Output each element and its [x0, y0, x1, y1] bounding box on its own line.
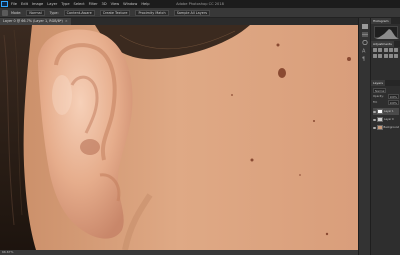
type-label: Type:: [49, 11, 59, 15]
opacity-label: Opacity:: [373, 95, 384, 98]
status-bar: 66.67%: [0, 250, 358, 255]
svg-text:¶: ¶: [362, 57, 365, 61]
photo-filter-icon[interactable]: [388, 53, 393, 58]
options-list: Mode: Normal Type: Content-Aware Create …: [11, 8, 210, 18]
mode-label: Mode:: [11, 11, 22, 15]
histogram-graph: [374, 26, 399, 39]
layer-row[interactable]: Layer 0: [373, 116, 399, 123]
layer-name: Layer 0: [384, 118, 394, 121]
tab-layers[interactable]: Layers: [371, 80, 385, 86]
blend-mode-select[interactable]: Normal: [373, 88, 387, 93]
brightness-contrast-icon[interactable]: [373, 48, 377, 52]
fill-row: Fill: 100%: [373, 100, 399, 105]
zoom-level: 66.67%: [2, 250, 14, 254]
tab-histogram[interactable]: Histogram: [371, 18, 391, 24]
ear-photo: [0, 25, 358, 250]
paragraph-icon[interactable]: ¶: [362, 56, 368, 61]
properties-icon[interactable]: [362, 32, 368, 37]
layer-row[interactable]: Layer 1: [373, 108, 399, 115]
layer-thumbnail: [377, 109, 383, 114]
panels-dock: Histogram Adjustments Layers Normal Opac…: [370, 18, 400, 255]
layer-row[interactable]: Background: [373, 124, 399, 131]
document-tab-label: Layer 0 @ 66.7% (Layer 1, RGB/8*): [3, 19, 63, 23]
visibility-eye-icon[interactable]: [373, 126, 376, 129]
histogram-panel-tabs: Histogram: [371, 18, 400, 24]
document-tab[interactable]: Layer 0 @ 66.7% (Layer 1, RGB/8*) ×: [0, 18, 71, 25]
histogram-curve: [375, 29, 399, 39]
visibility-eye-icon[interactable]: [373, 118, 376, 121]
layers-panel-tabs: Layers: [371, 80, 400, 86]
history-icon[interactable]: [362, 24, 368, 29]
exposure-icon[interactable]: [388, 48, 393, 52]
layer-thumbnail: [377, 117, 383, 122]
color-balance-icon[interactable]: [378, 53, 383, 58]
spot-healing-brush-icon[interactable]: [2, 10, 8, 16]
opacity-row: Opacity: 100%: [373, 94, 399, 99]
hue-saturation-icon[interactable]: [373, 53, 377, 58]
fill-field[interactable]: 100%: [387, 100, 399, 105]
channel-mixer-icon[interactable]: [394, 53, 399, 58]
opacity-field[interactable]: 100%: [387, 94, 399, 99]
close-tab-icon[interactable]: ×: [65, 19, 68, 23]
panel-icon-strip: A ¶: [358, 18, 370, 255]
type-proximity-match-radio[interactable]: Proximity Match: [135, 10, 169, 16]
brush-settings-icon[interactable]: [362, 40, 368, 45]
layer-name: Background: [383, 126, 399, 129]
document-canvas[interactable]: [0, 25, 358, 250]
type-content-aware-radio[interactable]: Content-Aware: [63, 10, 95, 16]
title-bar: File Edit Image Layer Type Select Filter…: [0, 0, 400, 8]
svg-text:A: A: [362, 49, 366, 53]
curves-icon[interactable]: [383, 48, 388, 52]
adjustments-grid: [373, 48, 399, 58]
vibrance-icon[interactable]: [394, 48, 399, 52]
layer-thumbnail: [376, 125, 383, 130]
layer-name: Layer 1: [384, 110, 394, 113]
sample-all-layers-checkbox[interactable]: Sample All Layers: [173, 10, 210, 16]
visibility-eye-icon[interactable]: [373, 110, 376, 113]
blend-mode-row: Normal: [373, 88, 399, 93]
black-white-icon[interactable]: [383, 53, 388, 58]
levels-icon[interactable]: [378, 48, 383, 52]
options-bar: Mode: Normal Type: Content-Aware Create …: [0, 8, 400, 18]
window-title: Adobe Photoshop CC 2018: [176, 2, 224, 6]
type-create-texture-radio[interactable]: Create Texture: [99, 10, 131, 16]
fill-label: Fill:: [373, 101, 378, 104]
character-icon[interactable]: A: [362, 48, 368, 53]
mode-select[interactable]: Normal: [26, 10, 45, 16]
adjustments-panel-tabs: Adjustments: [371, 41, 400, 47]
tab-adjustments[interactable]: Adjustments: [371, 41, 394, 47]
document-tab-bar: Layer 0 @ 66.7% (Layer 1, RGB/8*) ×: [0, 18, 358, 25]
